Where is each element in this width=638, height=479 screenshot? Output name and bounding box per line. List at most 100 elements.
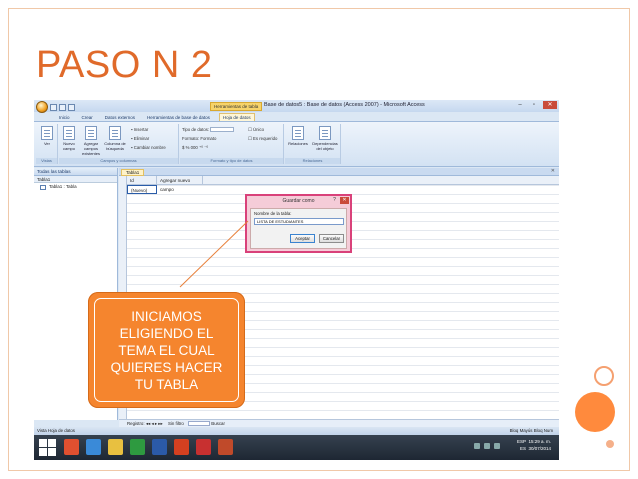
nuevo-campo-label: Nuevo campo xyxy=(62,141,75,151)
undo-icon[interactable] xyxy=(59,103,66,111)
record-label: Registro: xyxy=(127,421,145,426)
network-icon[interactable] xyxy=(484,443,490,449)
dependencias-button[interactable]: Dependencias del objeto xyxy=(311,126,339,151)
decor-circle-small xyxy=(606,440,614,448)
clock-date: 30/07/2014 xyxy=(528,446,551,451)
nav-group-tabla1[interactable]: Tabla1 xyxy=(34,176,117,183)
nuevo-campo-button[interactable]: Nuevo campo xyxy=(60,126,78,151)
window-title: Base de datos5 : Base de datos (Access 2… xyxy=(264,102,425,108)
search-box[interactable] xyxy=(188,421,211,427)
excel-icon[interactable] xyxy=(130,439,145,455)
redo-icon[interactable] xyxy=(68,103,75,111)
formato-select[interactable]: Formato xyxy=(200,136,216,141)
powerpoint-icon[interactable] xyxy=(218,439,233,455)
callout-box: INICIAMOS ELIGIENDO EL TEMA EL CUAL QUIE… xyxy=(88,292,245,408)
windows-start-icon[interactable] xyxy=(39,439,56,456)
close-doc-icon[interactable]: ✕ xyxy=(551,168,555,174)
volume-icon[interactable] xyxy=(494,443,500,449)
system-clock[interactable]: ESP 15:29 a. m. ES 30/07/2014 xyxy=(517,438,551,452)
tab-hoja-de-datos[interactable]: Hoja de datos xyxy=(218,113,255,121)
columna-busqueda-button[interactable]: Columna de búsqueda xyxy=(104,126,126,151)
group-label: Formato y tipo de datos xyxy=(180,158,283,164)
new-field-icon xyxy=(63,126,75,140)
tipo-datos-select[interactable] xyxy=(210,127,235,133)
new-record-cell[interactable]: (Nuevo) xyxy=(127,185,157,194)
agregar-campos-button[interactable]: Agregar campos existentes xyxy=(80,126,102,156)
decor-circle-filled xyxy=(575,392,615,432)
help-icon[interactable]: ? xyxy=(330,197,339,204)
maximize-icon[interactable]: ▫ xyxy=(529,101,539,109)
ver-label: Ver xyxy=(43,141,50,146)
record-nav-arrows[interactable]: ◂◂ ◂ ▸ ▸▸ xyxy=(146,421,163,426)
tray-up-icon[interactable] xyxy=(474,443,480,449)
tab-inicio[interactable]: Inicio xyxy=(56,114,73,121)
tab-crear[interactable]: Crear xyxy=(79,114,96,121)
clock-time: 15:29 a. m. xyxy=(528,439,551,444)
column-header-id[interactable]: Id xyxy=(127,176,157,185)
insertar-label: Insertar xyxy=(133,127,149,132)
formato-row: Formato: Formato xyxy=(182,136,216,141)
lang-indicator: ESP xyxy=(516,439,526,444)
region-indicator: ES xyxy=(519,446,526,451)
chrome-icon[interactable] xyxy=(64,439,79,455)
insertar-button[interactable]: ▪ Insertar xyxy=(131,127,148,132)
ribbon: Ver Vistas Nuevo campo Agregar campos ex… xyxy=(34,121,559,167)
group-label: Relaciones xyxy=(285,158,340,164)
nav-item-tabla1[interactable]: Tabla1 : Tabla xyxy=(34,183,117,191)
dialog-title-text: Guardar como xyxy=(282,198,315,204)
dependencias-label: Dependencias del objeto xyxy=(312,141,338,151)
number-format-icons[interactable]: $ % 000 ⁺⁰ ⁻⁰ xyxy=(182,145,208,151)
group-vistas: Ver Vistas xyxy=(36,124,58,164)
cambiar-nombre-button[interactable]: ▪ Cambiar nombre xyxy=(131,145,166,150)
group-campos: Nuevo campo Agregar campos existentes Co… xyxy=(59,124,179,164)
callout-text: INICIAMOS ELIGIENDO EL TEMA EL CUAL QUIE… xyxy=(110,308,223,392)
accept-button[interactable]: Aceptar xyxy=(290,234,315,243)
close-icon[interactable]: ✕ xyxy=(340,197,349,204)
nav-pane-header[interactable]: Todas las tablas xyxy=(34,168,117,176)
window-titlebar: Herramientas de tabla Base de datos5 : B… xyxy=(34,100,559,113)
group-label: Vistas xyxy=(36,158,57,164)
formato-label: Formato: xyxy=(182,136,200,141)
es-requerido-checkbox[interactable]: ☐ Es requerido xyxy=(248,136,277,142)
relaciones-button[interactable]: Relaciones xyxy=(288,126,308,146)
eliminar-button[interactable]: ▪ Eliminar xyxy=(131,136,149,141)
dialog-body: Nombre de la tabla: LISTA DE ESTUDIANTES… xyxy=(250,208,347,249)
doc-tab-tabla1[interactable]: Tabla1 xyxy=(121,169,145,176)
tab-datos-externos[interactable]: Datos externos xyxy=(102,114,138,121)
cancel-button[interactable]: Cancelar xyxy=(319,234,344,243)
window-controls: – ▫ ✕ xyxy=(515,101,557,109)
status-right: Bloq Mayús Bloq Num xyxy=(509,428,553,433)
group-formato: Tipo de datos: Formato: Formato $ % 000 … xyxy=(180,124,284,164)
slide-title: PASO N 2 xyxy=(36,44,213,86)
explorer-icon[interactable] xyxy=(108,439,123,455)
column-header-new-field[interactable]: Agregar nuevo campo xyxy=(157,176,203,192)
word-icon[interactable] xyxy=(152,439,167,455)
minimize-icon[interactable]: – xyxy=(515,101,525,109)
access-icon[interactable] xyxy=(196,439,211,455)
ie-icon[interactable] xyxy=(86,439,101,455)
table-name-input[interactable]: LISTA DE ESTUDIANTES xyxy=(254,218,344,225)
dialog-title: Guardar como ? ✕ xyxy=(247,196,350,206)
group-label: Campos y columnas xyxy=(59,158,178,164)
tab-herramientas[interactable]: Herramientas de base de datos xyxy=(144,114,213,121)
group-relaciones: Relaciones Dependencias del objeto Relac… xyxy=(285,124,341,164)
existing-fields-icon xyxy=(85,126,97,140)
es-requerido-label: Es requerido xyxy=(253,136,278,141)
record-navigator: Registro: ◂◂ ◂ ▸ ▸▸ Sin filtro Buscar xyxy=(119,419,559,427)
view-icon xyxy=(41,126,53,140)
cambiar-nombre-label: Cambiar nombre xyxy=(133,145,166,150)
agregar-campos-label: Agregar campos existentes xyxy=(81,141,100,156)
ver-button[interactable]: Ver xyxy=(38,126,56,146)
tipo-datos-row: Tipo de datos: xyxy=(182,127,235,133)
relaciones-label: Relaciones xyxy=(288,141,308,146)
opera-icon[interactable] xyxy=(174,439,189,455)
filter-indicator[interactable]: Sin filtro xyxy=(168,421,184,426)
close-icon[interactable]: ✕ xyxy=(543,101,557,109)
unico-checkbox[interactable]: ☐ Único xyxy=(248,127,264,133)
callout-inner: INICIAMOS ELIGIENDO EL TEMA EL CUAL QUIE… xyxy=(94,298,239,402)
save-icon[interactable] xyxy=(50,103,57,111)
relationships-icon xyxy=(292,126,304,140)
document-tabs: Tabla1 ✕ xyxy=(119,168,559,176)
ribbon-tabs: Inicio Crear Datos externos Herramientas… xyxy=(34,112,559,121)
nav-item-label: Tabla1 : Tabla xyxy=(49,184,77,189)
